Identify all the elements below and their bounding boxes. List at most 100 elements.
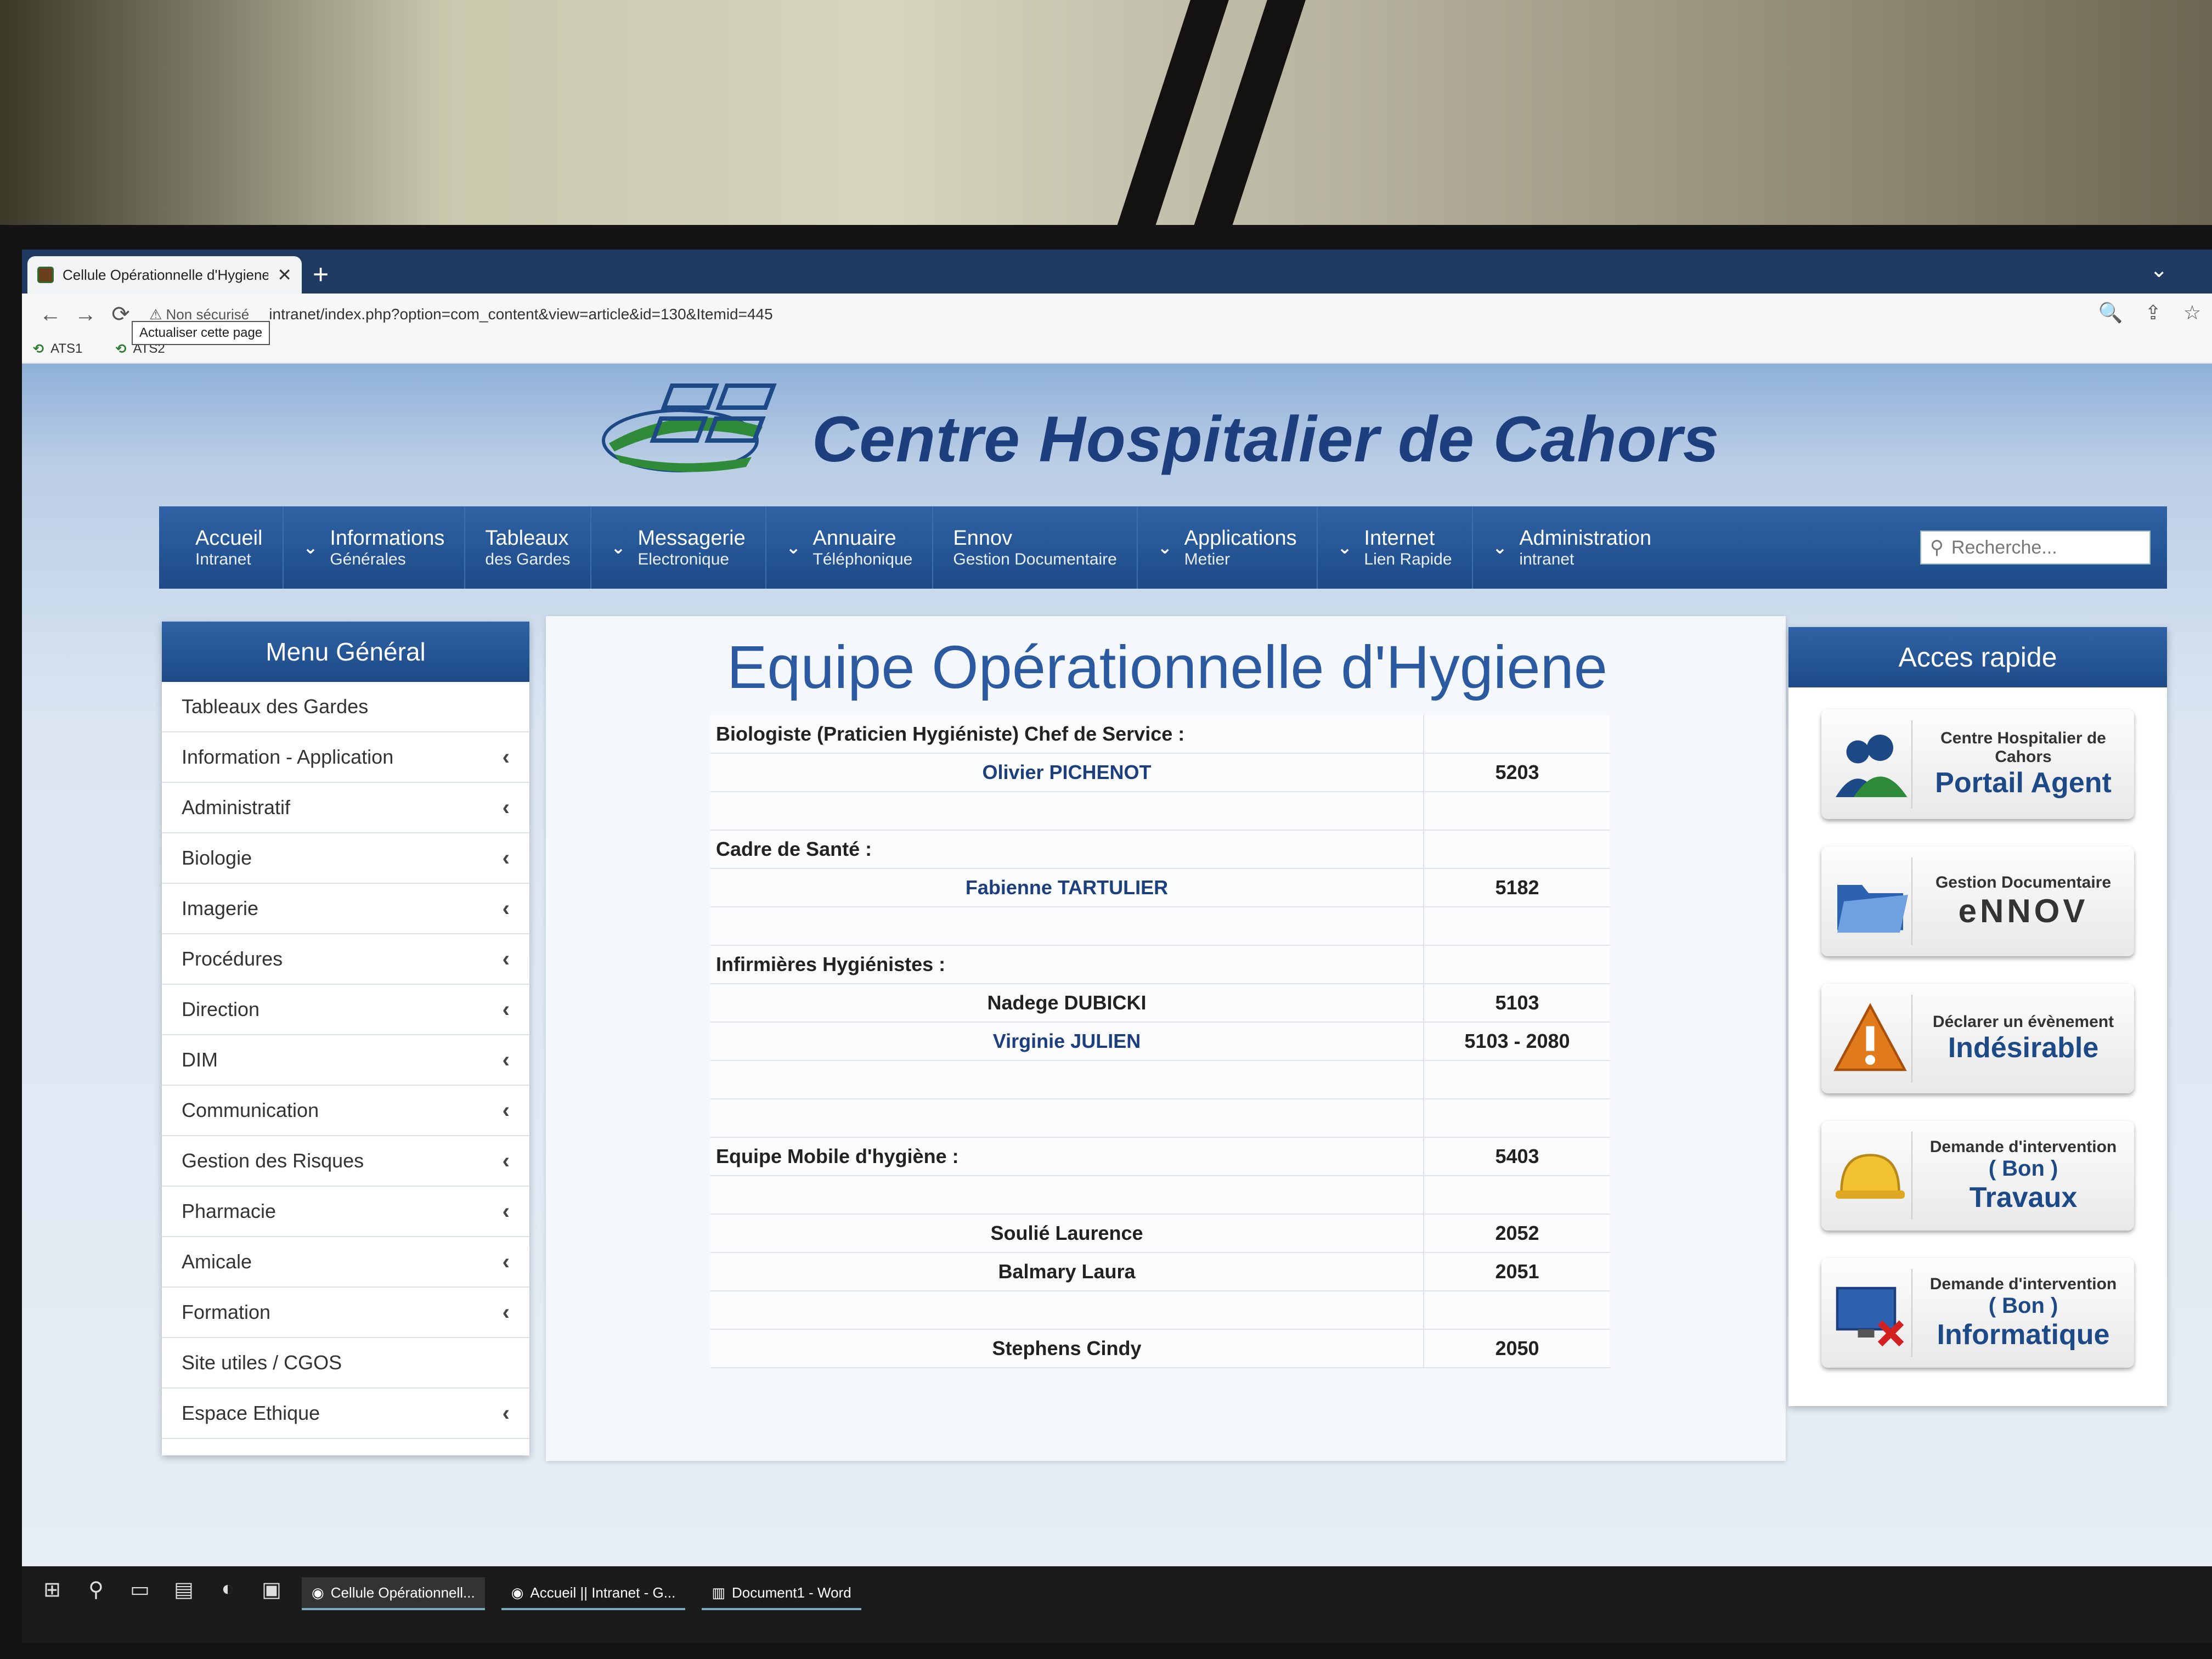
evenement-indesirable-button[interactable]: Déclarer un évènement Indésirable xyxy=(1821,984,2134,1093)
new-tab-button[interactable]: + xyxy=(313,258,329,290)
store-icon[interactable]: ▣ xyxy=(258,1577,285,1602)
sidebar-item[interactable]: Formation ‹ xyxy=(162,1288,529,1338)
chevron-left-icon: ‹ xyxy=(502,1098,510,1122)
back-button[interactable]: ← xyxy=(33,302,68,327)
sidebar-item[interactable]: Procédures ‹ xyxy=(162,934,529,985)
sidebar-item[interactable]: Communication ‹ xyxy=(162,1086,529,1136)
table-row: Balmary Laura 2051 xyxy=(710,1252,1610,1291)
sidebar-item[interactable]: Espace Ethique ‹ xyxy=(162,1389,529,1439)
sidebar-item[interactable]: Imagerie ‹ xyxy=(162,884,529,934)
sidebar-item[interactable]: Amicale ‹ xyxy=(162,1237,529,1288)
nav-item-administration[interactable]: ⌄ Administration intranet xyxy=(1473,506,1672,589)
favicon-icon xyxy=(37,267,54,283)
windows-start-icon[interactable]: ⊞ xyxy=(38,1577,66,1602)
sidebar-item[interactable]: Biologie ‹ xyxy=(162,833,529,884)
sidebar-item[interactable]: Tableaux des Gardes xyxy=(162,682,529,732)
chrome-icon: ◉ xyxy=(511,1584,524,1601)
chevron-left-icon: ‹ xyxy=(502,1249,510,1274)
tab-title: Cellule Opérationnelle d'Hygiene xyxy=(63,266,269,283)
search-icon[interactable]: ⚲ xyxy=(82,1577,110,1602)
table-row xyxy=(710,1099,1610,1138)
chevron-left-icon: ‹ xyxy=(502,744,510,769)
chevron-left-icon: ‹ xyxy=(502,1199,510,1223)
phone-extension xyxy=(1423,1291,1610,1330)
windows-taskbar: ⊞ ⚲ ▭ ▤ ◐ ▣ ◉ Cellule Opérationnell... ◉ A… xyxy=(22,1566,2212,1643)
portail-agent-button[interactable]: Centre Hospitalier de Cahors Portail Agen… xyxy=(1821,709,2134,819)
edge-browser-icon[interactable]: ◐ xyxy=(214,1577,241,1601)
phone-extension xyxy=(1423,830,1610,869)
phone-extension xyxy=(1423,792,1610,831)
table-row: Soulié Laurence 2052 xyxy=(710,1214,1610,1253)
intranet-page: Centre Hospitalier de Cahors Accueil Intr… xyxy=(22,364,2212,1571)
browser-tab-active[interactable]: Cellule Opérationnelle d'Hygiene ✕ xyxy=(27,256,302,294)
link-icon: ⟲ xyxy=(33,341,44,357)
warning-icon xyxy=(1833,1003,1907,1071)
nav-item-ennov[interactable]: Ennov Gestion Documentaire xyxy=(933,506,1138,589)
nav-item-annuaire[interactable]: ⌄ Annuaire Téléphonique xyxy=(766,506,934,589)
staff-name xyxy=(710,792,1424,831)
ennov-button[interactable]: Gestion Documentaire eNNOV xyxy=(1821,847,2134,956)
table-row: Olivier PICHENOT 5203 xyxy=(710,753,1610,792)
file-explorer-icon[interactable]: ▤ xyxy=(170,1577,198,1602)
sidebar-item-label: Espace Ethique xyxy=(182,1402,320,1424)
link-icon: ⟲ xyxy=(115,341,127,357)
sidebar-item-label: Imagerie xyxy=(182,897,259,919)
nav-item-accueil[interactable]: Accueil Intranet xyxy=(176,506,284,589)
security-indicator[interactable]: ⚠ Non sécurisé xyxy=(149,306,249,323)
nav-item-messagerie[interactable]: ⌄ Messagerie Electronique xyxy=(591,506,766,589)
sidebar-item-label: Procédures xyxy=(182,947,283,970)
sidebar-item[interactable]: DIM ‹ xyxy=(162,1035,529,1086)
phone-extension: 2051 xyxy=(1423,1252,1610,1291)
url-field[interactable]: intranet/index.php?option=com_content&vi… xyxy=(269,306,772,323)
table-row: Virginie JULIEN 5103 - 2080 xyxy=(710,1022,1610,1061)
main-navigation: Accueil Intranet ⌄ Informations Générales … xyxy=(159,506,2167,589)
chevron-left-icon: ‹ xyxy=(502,795,510,820)
search-input[interactable]: ⚲ Recherche... xyxy=(1920,531,2151,565)
taskbar-app-cellule[interactable]: ◉ Cellule Opérationnell... xyxy=(302,1577,485,1610)
phone-extension xyxy=(1423,1060,1610,1099)
bookmark-star-icon[interactable]: ☆ xyxy=(2183,301,2201,324)
nav-item-tableaux[interactable]: Tableaux des Gardes xyxy=(465,506,591,589)
taskbar-app-accueil[interactable]: ◉ Accueil || Intranet - G... xyxy=(501,1577,686,1610)
phone-extension: 5103 - 2080 xyxy=(1423,1022,1610,1061)
address-bar: ← → ⟳ ⚠ Non sécurisé intranet/index.php?… xyxy=(22,294,2212,335)
sidebar-item[interactable]: Pharmacie ‹ xyxy=(162,1187,529,1237)
table-row xyxy=(710,1060,1610,1099)
bookmark-ats1[interactable]: ⟲ ATS1 xyxy=(33,341,82,357)
hospital-logo[interactable] xyxy=(598,375,790,484)
sidebar-item[interactable]: Administratif ‹ xyxy=(162,783,529,833)
sidebar-item[interactable]: Information - Application ‹ xyxy=(162,732,529,783)
staff-name xyxy=(710,907,1424,946)
users-icon xyxy=(1836,735,1908,797)
table-row xyxy=(710,907,1610,946)
nav-item-applications[interactable]: ⌄ Applications Metier xyxy=(1138,506,1318,589)
sidebar-item[interactable]: Direction ‹ xyxy=(162,985,529,1035)
quick-access-panel: Acces rapide Centre Hospitalier de Cahor… xyxy=(1788,627,2167,1406)
word-icon: ▥ xyxy=(712,1584,725,1601)
sidebar-item[interactable]: Gestion des Risques ‹ xyxy=(162,1136,529,1187)
chevron-left-icon: ‹ xyxy=(502,1148,510,1173)
phone-extension xyxy=(1423,715,1610,754)
table-row: Stephens Cindy 2050 xyxy=(710,1329,1610,1368)
nav-item-internet[interactable]: ⌄ Internet Lien Rapide xyxy=(1318,506,1473,589)
share-icon[interactable]: ⇪ xyxy=(2145,301,2162,324)
bon-informatique-button[interactable]: Demande d'intervention( Bon ) Informatiqu… xyxy=(1821,1258,2134,1368)
nav-item-informations[interactable]: ⌄ Informations Générales xyxy=(284,506,466,589)
section-heading: Biologiste (Praticien Hygiéniste) Chef d… xyxy=(710,715,1424,754)
sidebar-item[interactable]: Site utiles / CGOS xyxy=(162,1338,529,1389)
staff-name xyxy=(710,1291,1424,1330)
bon-travaux-button[interactable]: Demande d'intervention( Bon ) Travaux xyxy=(1821,1121,2134,1231)
site-title: Centre Hospitalier de Cahors xyxy=(812,403,1720,476)
tab-search-chevron-icon[interactable]: ⌄ xyxy=(2149,257,2168,283)
sidebar-item-label: DIM xyxy=(182,1048,218,1071)
close-tab-icon[interactable]: ✕ xyxy=(277,264,292,285)
taskbar-app-word[interactable]: ▥ Document1 - Word xyxy=(702,1577,861,1610)
sidebar-item-label: Amicale xyxy=(182,1250,252,1273)
phone-extension xyxy=(1423,907,1610,946)
zoom-icon[interactable]: 🔍 xyxy=(2098,301,2123,324)
chevron-down-icon: ⌄ xyxy=(1492,538,1508,557)
bookmarks-bar: ⟲ ATS1 ⟲ ATS2 xyxy=(22,335,2212,364)
quick-access-title: Acces rapide xyxy=(1788,627,2167,687)
task-view-icon[interactable]: ▭ xyxy=(126,1577,154,1602)
forward-button[interactable]: → xyxy=(68,302,103,327)
